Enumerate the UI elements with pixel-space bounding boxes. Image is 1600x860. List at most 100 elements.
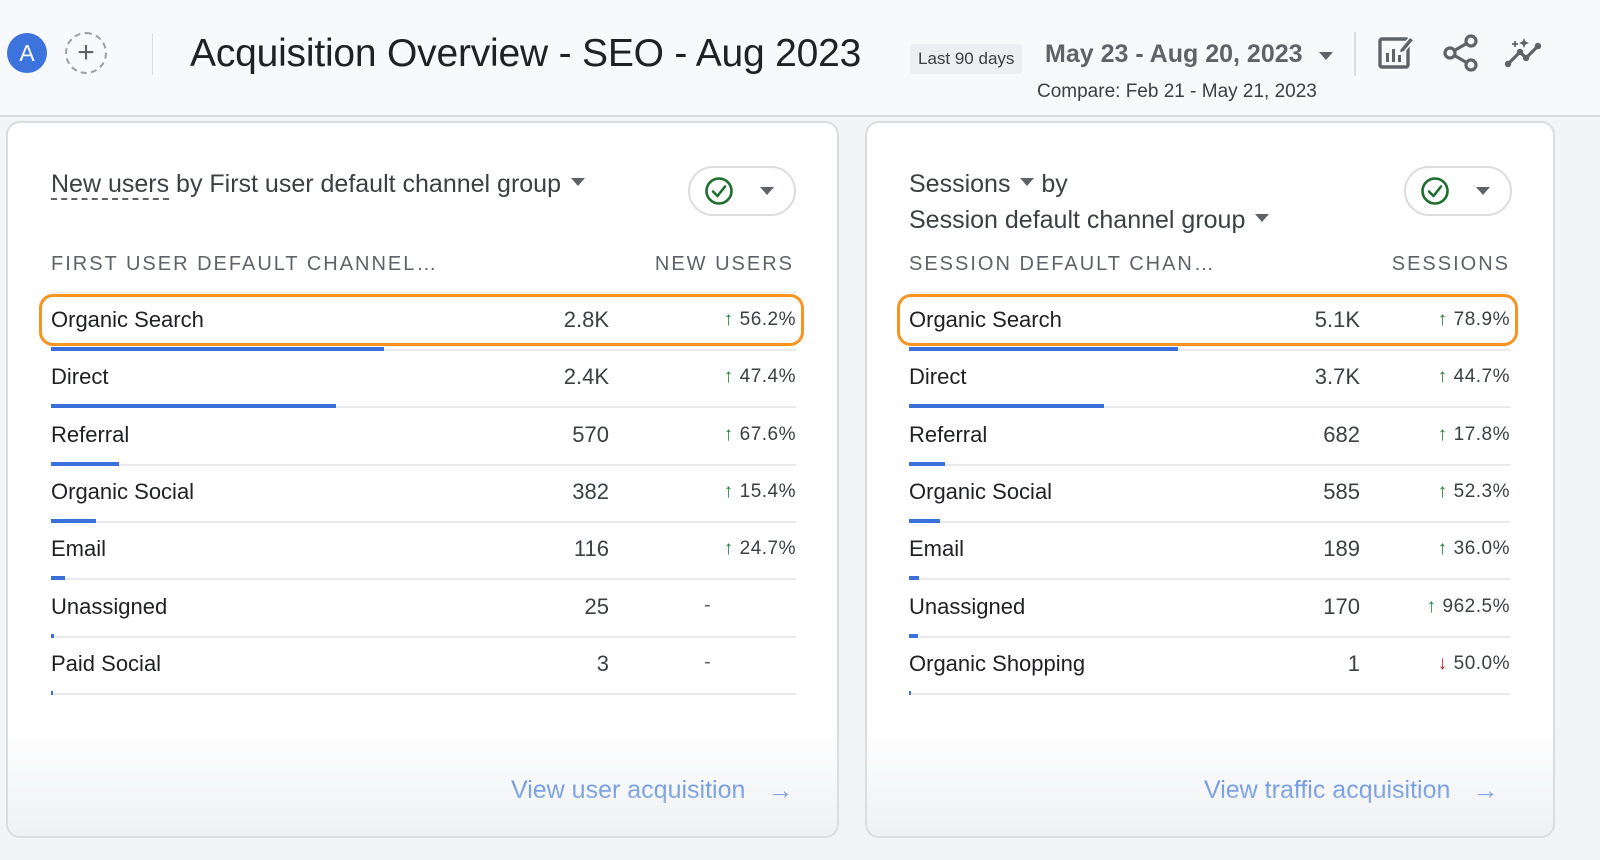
change-value: ↑ 36.0%	[1438, 538, 1510, 560]
share-bar	[51, 690, 53, 695]
chevron-down-icon	[760, 187, 774, 195]
metric-value: 5.1K	[1314, 307, 1360, 332]
channel-name: Referral	[51, 421, 130, 447]
arrow-up-icon: ↑	[723, 480, 734, 502]
data-quality-button[interactable]	[1404, 166, 1512, 216]
channel-name: Organic Social	[51, 478, 195, 504]
card-title: Sessions by	[909, 166, 1068, 202]
share-icon[interactable]	[1441, 33, 1481, 73]
table-header-divider	[51, 292, 796, 293]
arrow-up-icon: ↑	[1437, 309, 1448, 330]
date-range-label: May 23 - Aug 20, 2023	[1045, 40, 1303, 68]
metric-value: 3.7K	[1314, 364, 1360, 390]
channel-name: Paid Social	[51, 650, 162, 676]
table-row[interactable]: Referral 570 ↑ 67.6%	[51, 409, 796, 466]
channel-name: Unassigned	[51, 593, 168, 619]
divider	[1354, 32, 1356, 76]
column-header-metric[interactable]: SESSIONS	[1392, 253, 1510, 276]
view-traffic-acquisition-link[interactable]: View traffic acquisition →	[1204, 775, 1498, 806]
metric-value: 189	[1323, 536, 1360, 562]
metric-value: 382	[572, 478, 609, 504]
change-value: ↑ 78.9%	[1438, 309, 1510, 331]
channel-name: Email	[51, 536, 107, 562]
dimension-label: Session default channel group	[909, 206, 1246, 234]
table-row[interactable]: Organic Social 382 ↑ 15.4%	[51, 466, 796, 523]
avatar[interactable]: A	[7, 33, 47, 73]
chevron-down-icon[interactable]	[570, 178, 585, 187]
metric-value: 570	[572, 421, 609, 447]
change-percent: 24.7%	[739, 538, 796, 560]
column-header-dimension[interactable]: SESSION DEFAULT CHAN…	[909, 253, 1216, 276]
check-circle-icon	[705, 177, 733, 205]
compare-range-label: Compare: Feb 21 - May 21, 2023	[1037, 81, 1317, 102]
table-row[interactable]: Email 189 ↑ 36.0%	[909, 523, 1510, 581]
edit-report-icon[interactable]	[1376, 33, 1416, 73]
dimension-selector[interactable]: Session default channel group	[909, 202, 1270, 238]
arrow-up-icon: ↑	[723, 366, 734, 388]
change-value: ↑ 52.3%	[1438, 481, 1510, 503]
table-row[interactable]: Email 116 ↑ 24.7%	[51, 523, 796, 581]
metric-value: 116	[573, 536, 609, 562]
arrow-right-icon: →	[767, 775, 794, 805]
channel-name: Email	[909, 536, 965, 562]
change-value: ↑ 15.4%	[724, 481, 796, 503]
card-title-rest: by First user default channel group	[169, 170, 561, 198]
new-users-card: New users by First user default channel …	[6, 121, 839, 838]
arrow-up-icon: ↑	[723, 309, 734, 330]
change-percent: 47.4%	[739, 366, 796, 388]
metric-selector[interactable]: New users	[51, 170, 170, 200]
arrow-up-icon: ↑	[1437, 480, 1448, 502]
arrow-up-icon: ↑	[1437, 366, 1448, 388]
table-row[interactable]: Referral 682 ↑ 17.8%	[909, 409, 1510, 466]
change-value: ↑ 56.2%	[724, 309, 796, 331]
arrow-up-icon: ↑	[1426, 595, 1437, 617]
change-value: ↑ 24.7%	[724, 538, 796, 560]
column-header-metric[interactable]: NEW USERS	[655, 253, 794, 276]
change-value: ↑ 47.4%	[724, 366, 796, 388]
insights-icon[interactable]	[1504, 33, 1544, 73]
table-row[interactable]: Unassigned 25 -	[51, 581, 796, 638]
change-percent: 44.7%	[1453, 366, 1510, 388]
share-bar	[909, 690, 911, 695]
page-title: Acquisition Overview - SEO - Aug 2023	[190, 32, 862, 75]
table-header-divider	[909, 292, 1510, 293]
channel-name: Referral	[909, 421, 988, 447]
metric-value: 25	[584, 593, 609, 619]
change-percent: 15.4%	[739, 480, 796, 502]
metric-value: 3	[596, 650, 609, 676]
change-value: ↑ 44.7%	[1438, 366, 1510, 388]
add-comparison-button[interactable]: +	[65, 32, 107, 74]
table-row[interactable]: Organic Social 585 ↑ 52.3%	[909, 466, 1510, 523]
plus-icon: +	[77, 36, 95, 69]
view-user-acquisition-link[interactable]: View user acquisition →	[511, 775, 793, 806]
table-row[interactable]: Direct 2.4K ↑ 47.4%	[51, 351, 796, 409]
date-range-picker[interactable]: May 23 - Aug 20, 2023	[1045, 40, 1333, 69]
report-header: A + Acquisition Overview - SEO - Aug 202…	[0, 0, 1600, 117]
metric-value: 2.4K	[563, 364, 609, 390]
channel-name: Direct	[51, 364, 109, 390]
data-quality-button[interactable]	[688, 166, 796, 216]
table-row[interactable]: Unassigned 170 ↑ 962.5%	[909, 581, 1510, 638]
table-row[interactable]: Organic Shopping 1 ↓ 50.0%	[909, 638, 1510, 695]
metric-value: 2.8K	[563, 307, 609, 332]
change-percent: 52.3%	[1453, 480, 1510, 502]
metric-value: 1	[1347, 650, 1360, 676]
table-row[interactable]: Organic Search 5.1K ↑ 78.9%	[909, 294, 1510, 351]
metric-value: 585	[1323, 478, 1360, 504]
chevron-down-icon	[1255, 214, 1270, 223]
chevron-down-icon[interactable]	[1020, 178, 1035, 187]
link-label: View traffic acquisition	[1204, 776, 1451, 804]
change-value: ↑ 67.6%	[724, 424, 796, 446]
table-row[interactable]: Organic Search 2.8K ↑ 56.2%	[51, 294, 796, 351]
table-row[interactable]: Paid Social 3 -	[51, 638, 796, 695]
change-percent: 962.5%	[1442, 595, 1510, 617]
channel-name: Unassigned	[909, 593, 1026, 619]
column-header-dimension[interactable]: FIRST USER DEFAULT CHANNEL…	[51, 253, 438, 276]
row-divider	[909, 692, 1510, 695]
change-value: -	[704, 593, 711, 616]
channel-name: Organic Shopping	[909, 650, 1086, 676]
change-percent: 56.2%	[739, 309, 796, 330]
table-row[interactable]: Direct 3.7K ↑ 44.7%	[909, 351, 1510, 409]
link-label: View user acquisition	[511, 776, 746, 804]
metric-selector[interactable]: Sessions	[909, 170, 1010, 198]
